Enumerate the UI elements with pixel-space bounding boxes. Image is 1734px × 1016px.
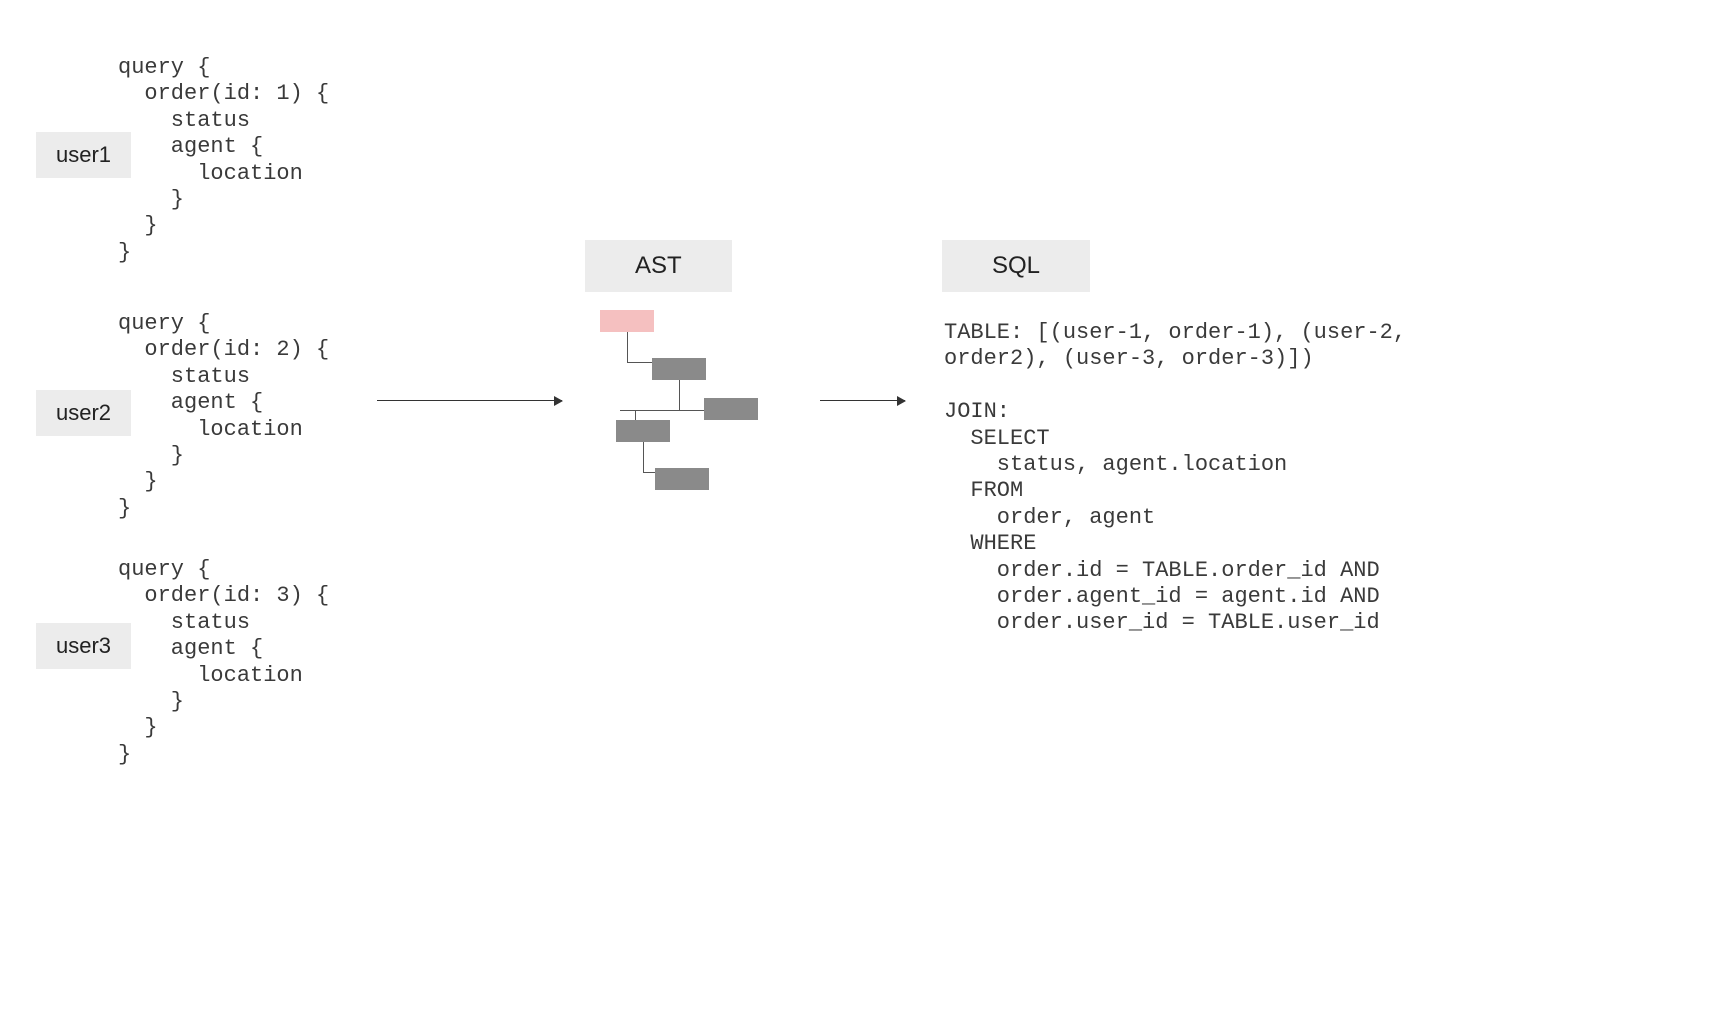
graphql-query-1: query { order(id: 1) { status agent { lo… [118, 55, 329, 266]
sql-output: TABLE: [(user-1, order-1), (user-2, orde… [944, 320, 1406, 637]
graphql-query-2: query { order(id: 2) { status agent { lo… [118, 311, 329, 522]
user-label-1: user1 [36, 132, 131, 178]
ast-section-label: AST [585, 240, 732, 292]
graphql-query-3: query { order(id: 3) { status agent { lo… [118, 557, 329, 768]
ast-node [616, 420, 670, 442]
arrow-queries-to-ast [377, 400, 562, 401]
sql-section-label: SQL [942, 240, 1090, 292]
user-label-3: user3 [36, 623, 131, 669]
ast-node [704, 398, 758, 420]
user-label-2: user2 [36, 390, 131, 436]
ast-node [655, 468, 709, 490]
arrow-ast-to-sql [820, 400, 905, 401]
ast-node [652, 358, 706, 380]
ast-root-node [600, 310, 654, 332]
ast-tree-diagram [600, 310, 800, 510]
